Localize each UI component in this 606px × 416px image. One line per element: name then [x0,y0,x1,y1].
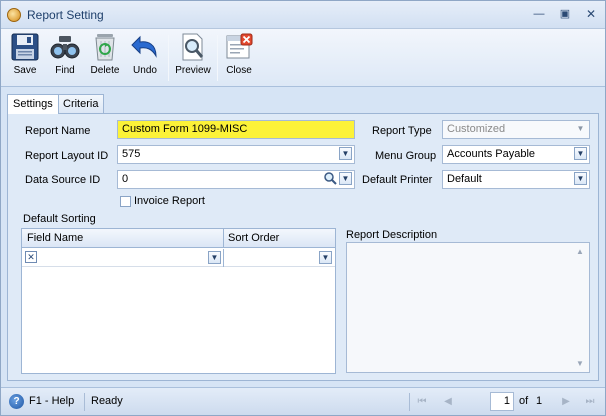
chevron-down-icon[interactable]: ▼ [574,147,587,160]
undo-label: Undo [133,65,157,76]
preview-label: Preview [175,65,211,76]
report-layout-id-label: Report Layout ID [25,150,109,162]
menu-group-combo[interactable]: Accounts Payable ▼ [442,145,590,164]
preview-magnifier-icon [182,33,204,61]
field-name-column-header[interactable]: Field Name [27,232,83,244]
status-bar: ? F1 - Help Ready ⏮ ◀ 1 of 1 ▶ ⏭ [1,387,605,415]
report-type-input[interactable]: Customized [442,120,590,139]
status-separator [409,393,410,411]
page-total: 1 [536,395,543,407]
window-title: Report Setting [27,8,104,22]
delete-label: Delete [90,65,120,76]
column-divider [223,229,224,248]
first-page-icon[interactable]: ⏮ [415,395,429,409]
maximize-icon[interactable]: ▣ [557,7,573,21]
tab-criteria[interactable]: Criteria [57,94,105,113]
grid-header: Field Name Sort Order [22,229,335,248]
delete-row-icon[interactable]: ✕ [25,251,37,263]
chevron-down-icon[interactable]: ▼ [339,147,352,160]
undo-button[interactable]: Undo [125,32,165,84]
column-divider [223,249,224,267]
toolbar-separator [217,35,218,81]
table-row[interactable]: ✕ ▼ ▼ [22,249,335,267]
report-name-label: Report Name [25,125,91,137]
search-icon[interactable] [323,171,337,186]
help-icon[interactable]: ? [9,394,24,409]
preview-button[interactable]: Preview [173,32,213,84]
invoice-report-checkbox[interactable] [120,196,131,207]
report-layout-id-input[interactable]: 575 [117,145,355,164]
title-bar: Report Setting — ▣ ✕ [1,1,605,29]
toolbar: Save Find Delete Undo Preview Close [1,29,605,87]
menu-group-label: Menu Group [375,150,437,162]
page-of-label: of [519,395,529,407]
report-type-combo[interactable]: Customized ▼ [442,120,590,139]
menu-group-input[interactable]: Accounts Payable [442,145,590,164]
default-sorting-grid: Field Name Sort Order ✕ ▼ ▼ [21,228,336,374]
next-page-icon[interactable]: ▶ [559,395,573,409]
data-source-id-label: Data Source ID [25,174,101,186]
invoice-report-label: Invoice Report [134,195,205,207]
previous-page-icon[interactable]: ◀ [441,395,455,409]
report-layout-id-combo[interactable]: 575 ▼ [117,145,355,164]
default-printer-input[interactable]: Default [442,170,590,189]
scroll-down-icon[interactable]: ▼ [576,359,601,368]
report-description-textarea[interactable] [346,242,590,373]
chevron-down-icon[interactable]: ▼ [339,172,352,185]
save-icon [11,33,39,61]
undo-arrow-icon [131,35,157,58]
default-printer-label: Default Printer [362,174,433,186]
report-type-label: Report Type [372,125,432,137]
chevron-down-icon[interactable]: ▼ [574,172,587,185]
help-shortcut-text[interactable]: F1 - Help [29,395,74,407]
chevron-down-icon[interactable]: ▼ [574,122,587,135]
close-button[interactable]: Close [219,32,259,84]
data-source-id-combo[interactable]: 0 ▼ [117,170,355,189]
delete-button[interactable]: Delete [85,32,125,84]
data-source-id-input[interactable]: 0 [117,170,355,189]
save-button[interactable]: Save [5,32,45,84]
sort-order-column-header[interactable]: Sort Order [228,232,279,244]
chevron-down-icon[interactable]: ▼ [208,251,221,264]
app-icon [7,8,21,22]
report-name-input[interactable]: Custom Form 1099-MISC [117,120,355,139]
binoculars-icon [50,36,80,59]
status-text: Ready [91,395,123,407]
scroll-up-icon[interactable]: ▲ [576,247,601,256]
report-setting-window: Report Setting — ▣ ✕ Save Find Delete Un… [0,0,606,416]
minimize-icon[interactable]: — [531,7,547,21]
find-button[interactable]: Find [45,32,85,84]
tab-settings[interactable]: Settings [7,94,59,114]
close-form-icon [226,33,253,59]
default-sorting-title: Default Sorting [23,213,96,225]
default-printer-combo[interactable]: Default ▼ [442,170,590,189]
recycle-bin-icon [95,34,115,61]
page-number-input[interactable]: 1 [490,392,514,411]
close-window-icon[interactable]: ✕ [583,7,599,21]
status-separator [84,393,85,411]
toolbar-separator [168,35,169,81]
chevron-down-icon[interactable]: ▼ [319,251,332,264]
report-description-label: Report Description [346,229,438,241]
find-label: Find [55,65,75,76]
save-label: Save [13,65,37,76]
close-label: Close [226,65,252,76]
last-page-icon[interactable]: ⏭ [583,395,597,409]
